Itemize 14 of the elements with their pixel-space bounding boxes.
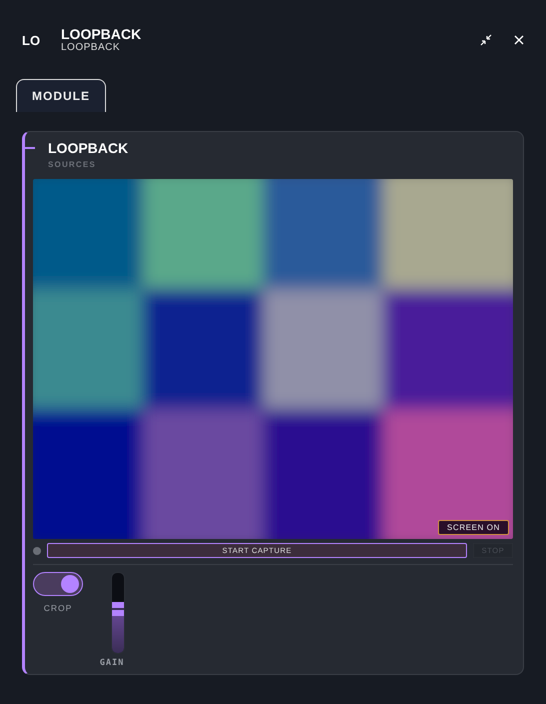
window-subtitle: LOOPBACK	[61, 42, 122, 53]
slider-thumb[interactable]	[112, 602, 124, 616]
window-title: LOOPBACK	[61, 27, 142, 42]
app-initials: LO	[22, 32, 42, 48]
toggle-label: CROP	[44, 603, 72, 613]
panel-title: LOOPBACK	[48, 140, 128, 156]
slider-label: GAIN	[100, 658, 124, 668]
module-tab[interactable]: MODULE	[16, 79, 106, 112]
collapse-icon[interactable]	[480, 34, 492, 46]
panel-subtitle: SOURCES	[48, 160, 97, 169]
crop-toggle[interactable]	[33, 572, 83, 596]
close-icon[interactable]	[514, 35, 524, 45]
screen-status-badge: SCREEN ON	[438, 520, 509, 535]
gain-slider[interactable]	[111, 572, 125, 654]
